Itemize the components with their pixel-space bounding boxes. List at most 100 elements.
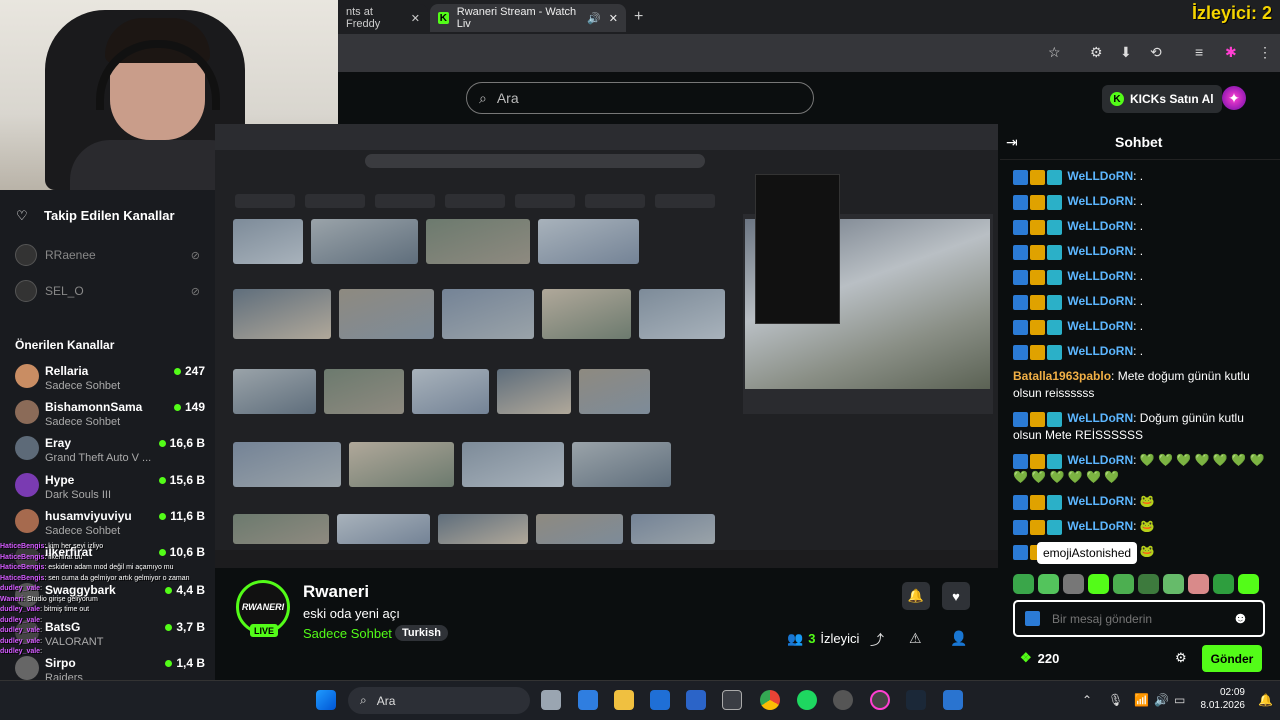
notification-icon[interactable]: 🔔: [1258, 693, 1273, 707]
report-icon[interactable]: ⚠: [909, 630, 922, 647]
menu-icon[interactable]: ⋮: [1258, 44, 1272, 61]
chat-message[interactable]: WeLLDoRN: 🐸: [1013, 518, 1268, 535]
viewer-number: 247: [184, 364, 205, 378]
download-icon[interactable]: ⬇: [1120, 44, 1132, 61]
suggested-channel[interactable]: Eray Grand Theft Auto V ... 16,6 B: [15, 436, 205, 472]
app-icon[interactable]: [833, 690, 853, 710]
chat-input[interactable]: ☻: [1013, 600, 1265, 637]
app-icon[interactable]: [650, 690, 670, 710]
chat-message-field[interactable]: [1052, 611, 1222, 626]
emoji-picker-icon[interactable]: ☻: [1232, 610, 1249, 628]
file-explorer-icon[interactable]: [614, 690, 634, 710]
suggested-channel[interactable]: Hype Dark Souls III 15,6 B: [15, 473, 205, 509]
chat-username[interactable]: WeLLDoRN: [1067, 494, 1133, 508]
chat-username[interactable]: WeLLDoRN: [1067, 169, 1133, 183]
channel-name[interactable]: Rwaneri: [303, 582, 369, 602]
chat-message[interactable]: WeLLDoRN: .: [1013, 243, 1268, 260]
user-avatar[interactable]: ✦: [1222, 86, 1246, 110]
follow-button[interactable]: ♥: [942, 582, 970, 610]
emote-icon[interactable]: [1163, 574, 1184, 594]
chat-message[interactable]: WeLLDoRN: .: [1013, 343, 1268, 360]
send-button[interactable]: Gönder: [1202, 645, 1262, 672]
chat-message[interactable]: WeLLDoRN: 🐸: [1013, 493, 1268, 510]
collapse-chat-icon[interactable]: ⇥: [1006, 134, 1018, 151]
viewer-count: 247: [173, 364, 205, 378]
emote-icon[interactable]: [1038, 574, 1059, 594]
profile-icon[interactable]: ✱: [1225, 44, 1237, 61]
emote-icon[interactable]: [1063, 574, 1084, 594]
tab-freddy[interactable]: nts at Freddy ✕: [338, 4, 428, 32]
wifi-icon[interactable]: 📶: [1134, 693, 1149, 707]
extension-icon[interactable]: ⚙: [1090, 44, 1103, 61]
taskbar-clock[interactable]: 02:09 8.01.2026: [1195, 686, 1246, 712]
chat-username[interactable]: WeLLDoRN: [1067, 294, 1133, 308]
chat-username[interactable]: WeLLDoRN: [1067, 194, 1133, 208]
mic-icon[interactable]: 🎙: [1108, 693, 1123, 707]
emote-icon[interactable]: [1113, 574, 1134, 594]
chat-username[interactable]: WeLLDoRN: [1067, 453, 1133, 467]
store-icon[interactable]: [686, 690, 706, 710]
channel-points[interactable]: ❖ 220: [1020, 650, 1059, 666]
chevron-up-icon[interactable]: ⌃: [1082, 693, 1092, 707]
followed-channel[interactable]: RRaenee ⊘: [15, 243, 200, 267]
language-tag[interactable]: Turkish: [395, 625, 448, 641]
new-tab-button[interactable]: +: [634, 8, 643, 26]
share-icon[interactable]: ⤴: [870, 630, 884, 650]
volume-icon[interactable]: 🔊: [1154, 693, 1169, 707]
speaker-icon[interactable]: 🔊: [587, 12, 601, 25]
emote-icon[interactable]: [1013, 574, 1034, 594]
star-icon[interactable]: ☆: [1048, 44, 1061, 61]
outlook-icon[interactable]: [578, 690, 598, 710]
close-icon[interactable]: ✕: [411, 12, 420, 25]
followed-channel[interactable]: SEL_O ⊘: [15, 279, 200, 303]
stream-category[interactable]: Sadece Sohbet: [303, 626, 392, 641]
chat-username[interactable]: WeLLDoRN: [1067, 244, 1133, 258]
app-icon[interactable]: [722, 690, 742, 710]
steam-icon[interactable]: [906, 690, 926, 710]
suggested-channel[interactable]: BishamonnSama Sadece Sohbet 149: [15, 400, 205, 436]
task-view-icon[interactable]: [541, 690, 561, 710]
address-bar[interactable]: [338, 34, 1280, 72]
chat-username[interactable]: WeLLDoRN: [1067, 269, 1133, 283]
suggested-channel[interactable]: BatsG VALORANT 3,7 B: [15, 620, 205, 656]
history-icon[interactable]: ⟲: [1150, 44, 1162, 61]
chat-username[interactable]: WeLLDoRN: [1067, 411, 1133, 425]
chat-settings-icon[interactable]: ⚙: [1175, 650, 1187, 666]
chat-message[interactable]: WeLLDoRN: Doğum günün kutlu olsun Mete R…: [1013, 410, 1268, 444]
chat-username[interactable]: WeLLDoRN: [1067, 344, 1133, 358]
suggested-channel[interactable]: husamviyuviyu Sadece Sohbet 11,6 B: [15, 509, 205, 545]
chat-message[interactable]: WeLLDoRN: .: [1013, 318, 1268, 335]
chat-username[interactable]: WeLLDoRN: [1067, 319, 1133, 333]
chat-username[interactable]: WeLLDoRN: [1067, 219, 1133, 233]
emote-icon[interactable]: [1088, 574, 1109, 594]
media-icon[interactable]: ≡: [1195, 44, 1203, 60]
search-box[interactable]: ⌕ Ara: [466, 82, 814, 114]
user-add-icon[interactable]: 👤: [950, 630, 967, 647]
tab-rwaneri[interactable]: K Rwaneri Stream - Watch Liv 🔊 ✕: [430, 4, 626, 32]
app-icon[interactable]: [943, 690, 963, 710]
emote-icon[interactable]: [1188, 574, 1209, 594]
spotify-icon[interactable]: [797, 690, 817, 710]
chat-message[interactable]: Batalla1963pablo: Mete doğum günün kutlu…: [1013, 368, 1268, 402]
start-icon[interactable]: [316, 690, 336, 710]
chat-message[interactable]: WeLLDoRN: .: [1013, 218, 1268, 235]
emote-icon[interactable]: [1138, 574, 1159, 594]
chat-username[interactable]: WeLLDoRN: [1067, 519, 1133, 533]
buy-kicks-button[interactable]: K KICKs Satın Al: [1102, 85, 1222, 113]
browser-icon[interactable]: [870, 690, 890, 710]
chat-message[interactable]: WeLLDoRN: .: [1013, 268, 1268, 285]
chrome-icon[interactable]: [760, 690, 780, 710]
stream-video[interactable]: [215, 124, 998, 568]
chat-message[interactable]: WeLLDoRN: 💚 💚 💚 💚 💚 💚 💚 💚 💚 💚 💚 💚 💚: [1013, 452, 1268, 486]
suggested-channel[interactable]: Rellaria Sadece Sohbet 247: [15, 364, 205, 400]
chat-message[interactable]: WeLLDoRN: .: [1013, 293, 1268, 310]
chat-message[interactable]: WeLLDoRN: .: [1013, 168, 1268, 185]
close-icon[interactable]: ✕: [609, 12, 618, 25]
battery-icon[interactable]: ▭: [1174, 693, 1185, 707]
taskbar-search[interactable]: ⌕ Ara: [348, 687, 530, 714]
chat-message[interactable]: WeLLDoRN: .: [1013, 193, 1268, 210]
chat-username[interactable]: Batalla1963pablo: [1013, 369, 1111, 383]
notification-button[interactable]: 🔔: [902, 582, 930, 610]
emote-icon[interactable]: [1238, 574, 1259, 594]
emote-icon[interactable]: [1213, 574, 1234, 594]
